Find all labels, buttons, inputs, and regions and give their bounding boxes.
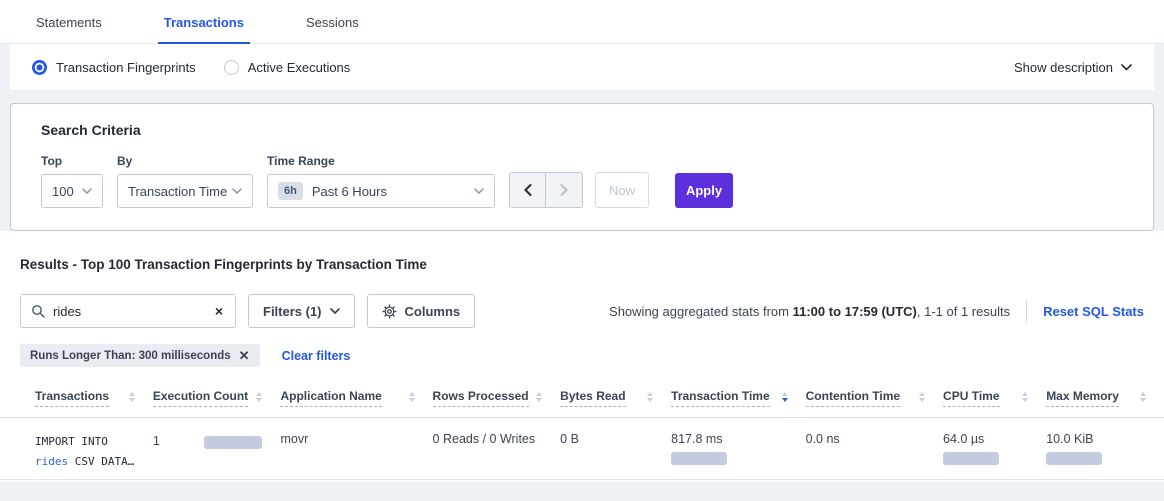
cell-execution-count: 1 (153, 432, 281, 479)
top-value: 100 (52, 184, 74, 199)
cell-bytes-read: 0 B (560, 432, 671, 479)
clear-search-icon[interactable]: × (213, 303, 225, 319)
transactions-page: Statements Transactions Sessions Transac… (0, 0, 1164, 501)
search-criteria-controls: Top 100 By Transaction Time Time Range 6… (41, 154, 1123, 208)
tab-transactions[interactable]: Transactions (158, 3, 250, 43)
view-toggle-row: Transaction Fingerprints Active Executio… (10, 44, 1154, 90)
col-header-max-memory[interactable]: Max Memory (1046, 381, 1164, 417)
chevron-down-icon (82, 188, 92, 194)
search-icon (31, 304, 45, 318)
search-input[interactable] (53, 304, 213, 319)
execution-count-bar (204, 436, 262, 449)
filter-chip-row: Runs Longer Than: 300 milliseconds ✕ Cle… (0, 344, 1164, 367)
radio-label: Active Executions (248, 60, 351, 75)
cell-cpu-time: 64.0 µs (943, 432, 1046, 479)
chevron-right-icon (560, 184, 568, 196)
transaction-time-bar (671, 452, 727, 465)
chevron-down-icon (232, 188, 242, 194)
chevron-down-icon (330, 308, 340, 314)
chevron-down-icon (1121, 64, 1132, 71)
show-description-label: Show description (1014, 60, 1113, 75)
col-header-execution-count[interactable]: Execution Count (153, 381, 281, 417)
col-header-application-name[interactable]: Application Name (280, 381, 432, 417)
reset-sql-stats-link[interactable]: Reset SQL Stats (1043, 304, 1144, 319)
apply-button[interactable]: Apply (675, 173, 733, 208)
filter-chip-label: Runs Longer Than: 300 milliseconds (30, 350, 231, 362)
sort-icon[interactable] (129, 392, 135, 402)
top-label: Top (41, 154, 103, 168)
sort-icon[interactable] (1140, 392, 1146, 402)
tab-sessions[interactable]: Sessions (300, 3, 365, 43)
chevron-down-icon (474, 188, 484, 194)
radio-unselected-icon (224, 60, 239, 75)
radio-selected-icon (32, 60, 47, 75)
col-header-cpu-time[interactable]: CPU Time (943, 381, 1046, 417)
now-button[interactable]: Now (595, 172, 649, 208)
divider (1026, 300, 1027, 322)
by-value: Transaction Time (128, 184, 227, 199)
gear-icon (382, 304, 397, 319)
time-range-select[interactable]: 6h Past 6 Hours (267, 174, 495, 208)
top-select[interactable]: 100 (41, 174, 103, 208)
columns-label: Columns (405, 304, 461, 319)
aggregated-stats-text: Showing aggregated stats from 11:00 to 1… (609, 304, 1010, 319)
radio-active-executions[interactable]: Active Executions (224, 60, 351, 75)
radio-transaction-fingerprints[interactable]: Transaction Fingerprints (32, 60, 196, 75)
columns-button[interactable]: Columns (367, 294, 476, 328)
filters-label: Filters (1) (263, 304, 322, 319)
cell-application-name: movr (280, 432, 432, 479)
max-memory-bar (1046, 452, 1102, 465)
remove-filter-icon[interactable]: ✕ (239, 349, 250, 362)
by-select[interactable]: Transaction Time (117, 174, 253, 208)
tab-bar: Statements Transactions Sessions (0, 0, 1164, 44)
sort-icon-active[interactable] (782, 392, 788, 402)
time-range-field: Time Range 6h Past 6 Hours (267, 154, 495, 208)
cell-transaction-statement[interactable]: IMPORT INTO rides CSV DATA… (35, 432, 153, 479)
cell-transaction-time: 817.8 ms (671, 432, 805, 479)
sort-icon[interactable] (919, 392, 925, 402)
show-description-toggle[interactable]: Show description (1014, 60, 1132, 75)
chevron-left-icon (524, 184, 532, 196)
sort-icon[interactable] (409, 392, 415, 402)
sort-icon[interactable] (536, 392, 542, 402)
sort-icon[interactable] (647, 392, 653, 402)
time-range-badge: 6h (278, 182, 303, 200)
top-field: Top 100 (41, 154, 103, 208)
col-header-contention-time[interactable]: Contention Time (806, 381, 943, 417)
time-range-value: Past 6 Hours (312, 184, 387, 199)
by-label: By (117, 154, 253, 168)
filters-button[interactable]: Filters (1) (248, 294, 355, 328)
results-section: Results - Top 100 Transaction Fingerprin… (0, 231, 1164, 482)
table-header: Transactions Execution Count Application… (0, 381, 1164, 418)
results-heading: Results - Top 100 Transaction Fingerprin… (0, 257, 1164, 272)
col-header-transactions[interactable]: Transactions (35, 381, 153, 417)
col-header-rows-processed[interactable]: Rows Processed (433, 381, 561, 417)
cell-rows-processed: 0 Reads / 0 Writes (433, 432, 561, 479)
page-footer-strip (0, 482, 1164, 500)
radio-label: Transaction Fingerprints (56, 60, 196, 75)
cell-contention-time: 0.0 ns (806, 432, 943, 479)
time-range-label: Time Range (267, 154, 495, 168)
results-table: Transactions Execution Count Application… (0, 381, 1164, 480)
results-controls: × Filters (1) Columns Showing aggregated… (0, 294, 1164, 328)
stats-area: Showing aggregated stats from 11:00 to 1… (609, 300, 1144, 322)
cell-max-memory: 10.0 KiB (1046, 432, 1164, 479)
sort-icon[interactable] (1022, 392, 1028, 402)
time-nav-group (509, 172, 583, 208)
col-header-bytes-read[interactable]: Bytes Read (560, 381, 671, 417)
col-header-transaction-time[interactable]: Transaction Time (671, 381, 805, 417)
search-criteria-card: Search Criteria Top 100 By Transaction T… (10, 103, 1154, 231)
tab-statements[interactable]: Statements (30, 3, 108, 43)
search-criteria-title: Search Criteria (41, 122, 1123, 138)
cpu-time-bar (943, 452, 999, 465)
table-name-link[interactable]: rides (35, 455, 68, 468)
sort-icon[interactable] (256, 392, 262, 402)
next-time-button[interactable] (546, 172, 583, 208)
clear-filters-link[interactable]: Clear filters (282, 349, 351, 363)
filter-chip: Runs Longer Than: 300 milliseconds ✕ (20, 344, 260, 367)
prev-time-button[interactable] (509, 172, 546, 208)
by-field: By Transaction Time (117, 154, 253, 208)
table-row: IMPORT INTO rides CSV DATA… 1 movr 0 Rea… (0, 418, 1164, 480)
search-box[interactable]: × (20, 294, 236, 328)
